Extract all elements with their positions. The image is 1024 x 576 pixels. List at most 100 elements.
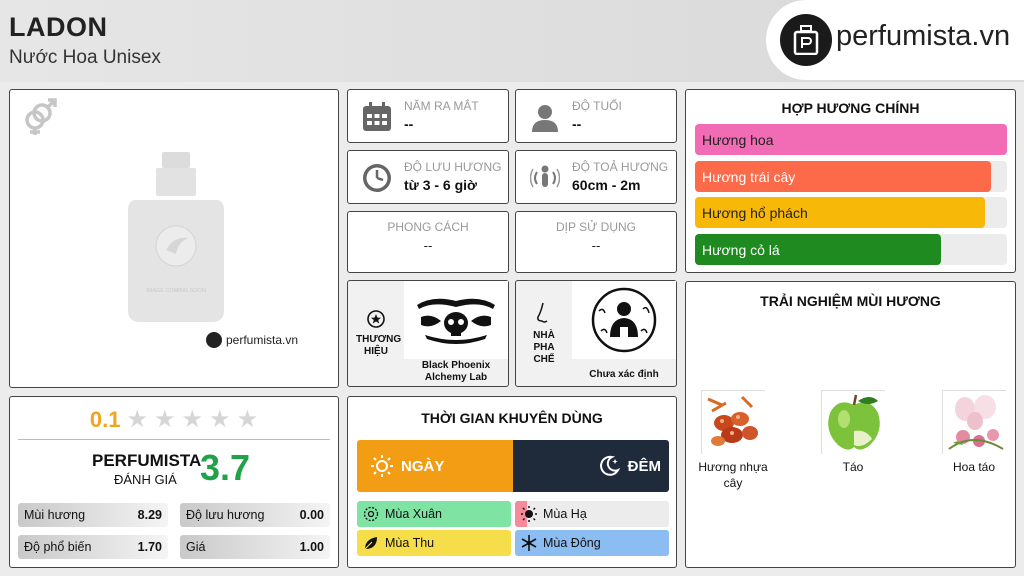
info-value: -- xyxy=(591,238,601,253)
note-item[interactable]: Hương nhựa cây xyxy=(693,390,773,491)
metric-label: Độ lưu hương xyxy=(186,508,265,522)
note-label: Hương nhựa cây xyxy=(698,460,768,490)
info-value: -- xyxy=(404,116,414,132)
time-title: THỜI GIAN KHUYÊN DÙNG xyxy=(421,410,603,426)
note-label: Hoa táo xyxy=(952,460,996,474)
summer-icon xyxy=(521,506,537,522)
autumn-icon xyxy=(364,537,377,550)
day-night-bar: NGÀY ĐÊM xyxy=(357,440,669,492)
release-year-card: NĂM RA MẮT -- xyxy=(347,89,509,143)
info-value: từ 3 - 6 giờ xyxy=(404,177,477,193)
season-label: Mùa Đông xyxy=(543,536,601,550)
season-label: Mùa Hạ xyxy=(543,507,587,521)
season-autumn[interactable]: Mùa Thu xyxy=(357,530,511,556)
perfume-bottle-placeholder: IMAGE COMING SOON xyxy=(128,152,224,322)
note-label: Táo xyxy=(842,460,864,474)
winter-icon xyxy=(521,535,537,551)
notes-card: TRẢI NGHIỆM MÙI HƯƠNG Hương nhựa cây Táo… xyxy=(685,281,1016,568)
resin-image xyxy=(701,390,766,455)
star-icon[interactable]: ★ xyxy=(154,408,176,432)
perfumer-card[interactable]: NHÀ PHA CHẾ Chưa xác định xyxy=(515,280,677,387)
season-winter[interactable]: Mùa Đông xyxy=(515,530,669,556)
night-segment[interactable]: ĐÊM xyxy=(513,440,669,492)
perfume-subtitle: Nước Hoa Unisex xyxy=(9,47,161,68)
perfumista-score: 3.7 xyxy=(200,447,251,488)
accord-label: Hương hoa xyxy=(702,131,774,148)
header: LADON Nước Hoa Unisex perfumista.vn xyxy=(0,0,1024,82)
radiating-person-icon xyxy=(530,165,560,188)
apple-image xyxy=(821,390,886,455)
info-label: PHONG CÁCH xyxy=(387,220,469,234)
accord-label: Hương hổ phách xyxy=(702,204,808,221)
info-label: NĂM RA MẮT xyxy=(404,99,479,113)
longevity-card: ĐỘ LƯU HƯƠNG từ 3 - 6 giờ xyxy=(347,150,509,204)
season-summer[interactable]: Mùa Hạ xyxy=(515,501,669,527)
perfumer-avatar-icon xyxy=(591,287,657,353)
metric-value: 8.29 xyxy=(137,508,162,522)
season-spring[interactable]: Mùa Xuân xyxy=(357,501,511,527)
perfumer-label-block: NHÀ PHA CHẾ xyxy=(516,281,572,386)
accord-label: Hương cỏ lá xyxy=(702,241,780,258)
accords-card: HỢP HƯƠNG CHÍNH Hương hoa Hương trái cây H… xyxy=(685,89,1016,273)
unisex-icon xyxy=(25,98,57,135)
brand-logo[interactable]: perfumista.vn xyxy=(766,0,1024,80)
calendar-icon xyxy=(363,102,391,131)
accord-bar[interactable]: Hương trái cây xyxy=(695,161,1007,192)
brand-card[interactable]: THƯƠNG HIỆU Black Phoenix Alchemy Lab xyxy=(347,280,509,387)
apple-blossom-image xyxy=(942,390,1007,455)
moon-icon xyxy=(599,455,620,476)
season-label: Mùa Xuân xyxy=(385,507,442,521)
perfumer-image xyxy=(572,281,676,359)
day-segment[interactable]: NGÀY xyxy=(357,440,513,492)
perfume-bottle-logo-icon xyxy=(780,14,832,66)
age-card: ĐỘ TUỔI -- xyxy=(515,89,677,143)
day-label: NGÀY xyxy=(401,457,445,475)
note-item[interactable]: Hoa táo xyxy=(934,390,1014,476)
accord-fill: Hương hoa xyxy=(695,124,1007,155)
time-card: THỜI GIAN KHUYÊN DÙNG NGÀY ĐÊM Mùa Xuân … xyxy=(347,396,677,568)
metric-scent: Mùi hương 8.29 xyxy=(18,503,168,527)
skull-crest-icon xyxy=(417,298,495,344)
notes-title: TRẢI NGHIỆM MÙI HƯƠNG xyxy=(760,293,941,309)
star-icon[interactable]: ★ xyxy=(237,408,259,432)
brand-label: THƯƠNG HIỆU xyxy=(356,333,402,357)
spring-icon xyxy=(363,506,379,522)
accord-bar[interactable]: Hương hoa xyxy=(695,124,1007,155)
perfumista-label: PERFUMISTA xyxy=(92,451,202,470)
person-icon xyxy=(532,105,558,132)
accord-bar[interactable]: Hương cỏ lá xyxy=(695,234,1007,265)
perfumer-name: Chưa xác định xyxy=(589,369,659,380)
occasion-card: DỊP SỬ DỤNG -- xyxy=(515,211,677,273)
metric-label: Giá xyxy=(186,540,206,554)
perfumer-label: NHÀ PHA CHẾ xyxy=(533,329,555,365)
star-icon[interactable]: ★ xyxy=(182,408,204,432)
info-value: 60cm - 2m xyxy=(572,177,641,193)
info-label: DỊP SỬ DỤNG xyxy=(555,220,637,234)
perfumista-sub: ĐÁNH GIÁ xyxy=(114,472,177,487)
info-label: ĐỘ LƯU HƯƠNG xyxy=(404,160,502,174)
metric-price: Giá 1.00 xyxy=(180,535,330,559)
info-label: ĐỘ TOẢ HƯƠNG xyxy=(572,160,669,174)
mini-logo: perfumista.vn xyxy=(206,332,298,348)
accord-fill: Hương trái cây xyxy=(695,161,992,192)
metric-value: 1.00 xyxy=(299,540,324,554)
brand-logo-image xyxy=(404,281,508,359)
metric-popularity: Độ phổ biến 1.70 xyxy=(18,535,168,559)
clock-icon xyxy=(363,164,391,192)
user-rating-score: 0.1 xyxy=(89,407,121,432)
metric-label: Độ phổ biến xyxy=(24,540,92,554)
note-item[interactable]: Táo xyxy=(813,390,893,476)
accord-fill: Hương hổ phách xyxy=(695,197,986,228)
info-label: ĐỘ TUỔI xyxy=(572,99,622,113)
metric-value: 1.70 xyxy=(137,540,162,554)
star-icon[interactable]: ★ xyxy=(127,408,149,432)
metric-label: Mùi hương xyxy=(24,508,86,522)
image-placeholder-text: IMAGE COMING SOON xyxy=(146,288,206,294)
logo-text: perfumista.vn xyxy=(836,20,1011,52)
accord-label: Hương trái cây xyxy=(702,168,796,185)
user-rating[interactable]: 0.1 ★ ★ ★ ★ ★ xyxy=(10,407,338,433)
metric-longevity: Độ lưu hương 0.00 xyxy=(180,503,330,527)
star-badge-icon xyxy=(367,309,385,328)
star-icon[interactable]: ★ xyxy=(209,408,231,432)
accord-bar[interactable]: Hương hổ phách xyxy=(695,197,1007,228)
